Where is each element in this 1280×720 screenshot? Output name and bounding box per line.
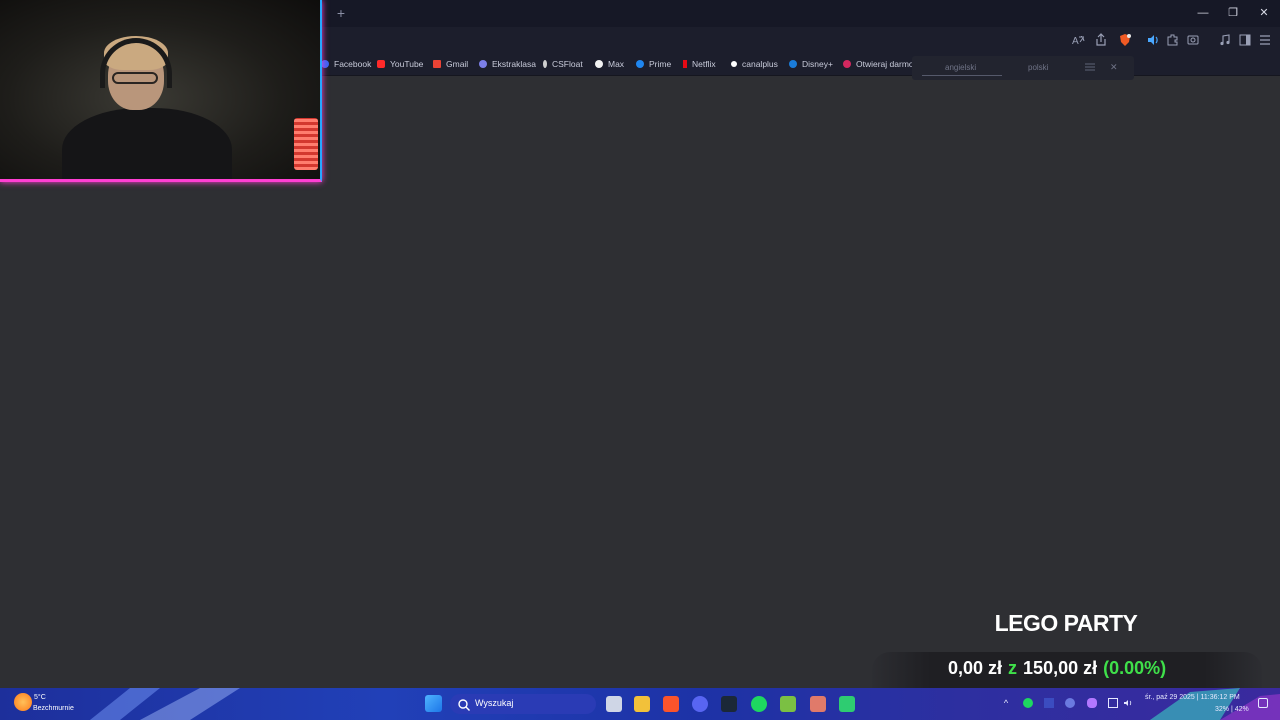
weather-temperature[interactable]: 5°C bbox=[34, 694, 46, 701]
max-icon bbox=[595, 60, 603, 68]
maximize-button[interactable]: ❐ bbox=[1218, 4, 1248, 22]
translate-close-button[interactable]: ✕ bbox=[1110, 62, 1118, 73]
bookmark-max[interactable]: Max bbox=[595, 57, 624, 71]
screen: + — ❐ ✕ A Facebook YouTube Gmail Ekstrak… bbox=[0, 0, 1280, 720]
bookmark-gmail[interactable]: Gmail bbox=[433, 57, 468, 71]
clock-date-time[interactable]: śr., paź 29 2025 | 11:36:12 PM bbox=[1145, 694, 1240, 701]
app-icon-image[interactable] bbox=[810, 696, 826, 712]
webcam-overlay bbox=[0, 0, 322, 182]
canalplus-icon bbox=[731, 61, 737, 67]
volume-icon[interactable] bbox=[1123, 698, 1133, 708]
app-icon-y[interactable] bbox=[780, 696, 796, 712]
share-icon[interactable] bbox=[1093, 32, 1109, 48]
translate-tab-target[interactable]: polski bbox=[1028, 63, 1048, 72]
taskbar-wallpaper-art bbox=[90, 688, 240, 720]
search-icon bbox=[456, 697, 472, 713]
discord-icon[interactable] bbox=[692, 696, 708, 712]
menu-icon[interactable] bbox=[1257, 32, 1273, 48]
system-usage: 32% | 42% bbox=[1215, 706, 1249, 713]
extensions-icon[interactable] bbox=[1165, 32, 1181, 48]
csfloat-icon bbox=[543, 60, 547, 68]
sidebar-icon[interactable] bbox=[1237, 32, 1253, 48]
ekstraklasa-icon bbox=[479, 60, 487, 68]
disney-icon bbox=[789, 60, 797, 68]
svg-text:A: A bbox=[1072, 36, 1079, 47]
gmail-icon bbox=[433, 60, 441, 68]
translate-tab-source[interactable]: angielski bbox=[945, 63, 976, 72]
media-icon[interactable] bbox=[1217, 32, 1233, 48]
prime-icon bbox=[636, 60, 644, 68]
brave-shield-icon[interactable] bbox=[1117, 32, 1133, 48]
translate-active-underline bbox=[922, 75, 1002, 76]
bookmark-csfloat[interactable]: CSFloat bbox=[543, 57, 583, 71]
goal-separator: z bbox=[1008, 658, 1018, 678]
translate-options-icon[interactable] bbox=[1082, 59, 1098, 75]
windows-start-icon[interactable] bbox=[425, 695, 442, 712]
facebook-icon bbox=[321, 60, 329, 68]
search-placeholder: Wyszukaj bbox=[475, 698, 514, 708]
youtube-icon bbox=[377, 60, 385, 68]
screenshot-icon[interactable] bbox=[1185, 32, 1201, 48]
bookmark-facebook[interactable]: Facebook bbox=[321, 57, 371, 71]
tray-spotify-icon[interactable] bbox=[1023, 698, 1033, 708]
minimize-button[interactable]: — bbox=[1188, 4, 1218, 22]
new-tab-button[interactable]: + bbox=[334, 5, 348, 21]
notifications-icon[interactable] bbox=[1258, 698, 1268, 708]
bookmark-netflix[interactable]: Netflix bbox=[683, 57, 716, 71]
bookmark-canalplus[interactable]: canalplus bbox=[731, 57, 778, 71]
goal-current: 0,00 zł bbox=[948, 658, 1003, 678]
goal-title: LEGO PARTY bbox=[994, 610, 1138, 636]
glasses-icon bbox=[112, 72, 158, 84]
netflix-icon bbox=[683, 60, 687, 68]
file-explorer-icon[interactable] bbox=[634, 696, 650, 712]
bookmark-ekstraklasa[interactable]: Ekstraklasa bbox=[479, 57, 536, 71]
brave-browser-icon[interactable] bbox=[663, 696, 679, 712]
goal-target: 150,00 zł bbox=[1023, 658, 1098, 678]
goal-percent: (0.00%) bbox=[1103, 658, 1167, 678]
tray-shield-icon[interactable] bbox=[1065, 698, 1075, 708]
close-window-button[interactable]: ✕ bbox=[1249, 4, 1279, 22]
microphone-icon[interactable] bbox=[1087, 698, 1097, 708]
network-icon[interactable] bbox=[1108, 698, 1118, 708]
tray-app-icon[interactable] bbox=[1044, 698, 1054, 708]
app-icon-obs[interactable] bbox=[839, 696, 855, 712]
tray-chevron-up-icon[interactable]: ^ bbox=[1001, 698, 1011, 708]
bookmark-prime[interactable]: Prime bbox=[636, 57, 671, 71]
otwieraj-icon bbox=[843, 60, 851, 68]
bookmark-youtube[interactable]: YouTube bbox=[377, 57, 423, 71]
steam-icon[interactable] bbox=[721, 696, 737, 712]
weather-sun-icon[interactable] bbox=[14, 693, 32, 711]
rgb-light bbox=[294, 118, 318, 170]
audio-playing-icon[interactable] bbox=[1145, 32, 1161, 48]
weather-description[interactable]: Bezchmurnie bbox=[33, 705, 74, 712]
bookmark-disney[interactable]: Disney+ bbox=[789, 57, 833, 71]
translate-icon[interactable]: A bbox=[1070, 32, 1086, 48]
task-view-icon[interactable] bbox=[606, 696, 622, 712]
goal-progress-text: 0,00 zł z 150,00 zł (0.00%) bbox=[948, 658, 1166, 682]
spotify-icon[interactable] bbox=[751, 696, 767, 712]
streamer-body bbox=[62, 108, 232, 179]
